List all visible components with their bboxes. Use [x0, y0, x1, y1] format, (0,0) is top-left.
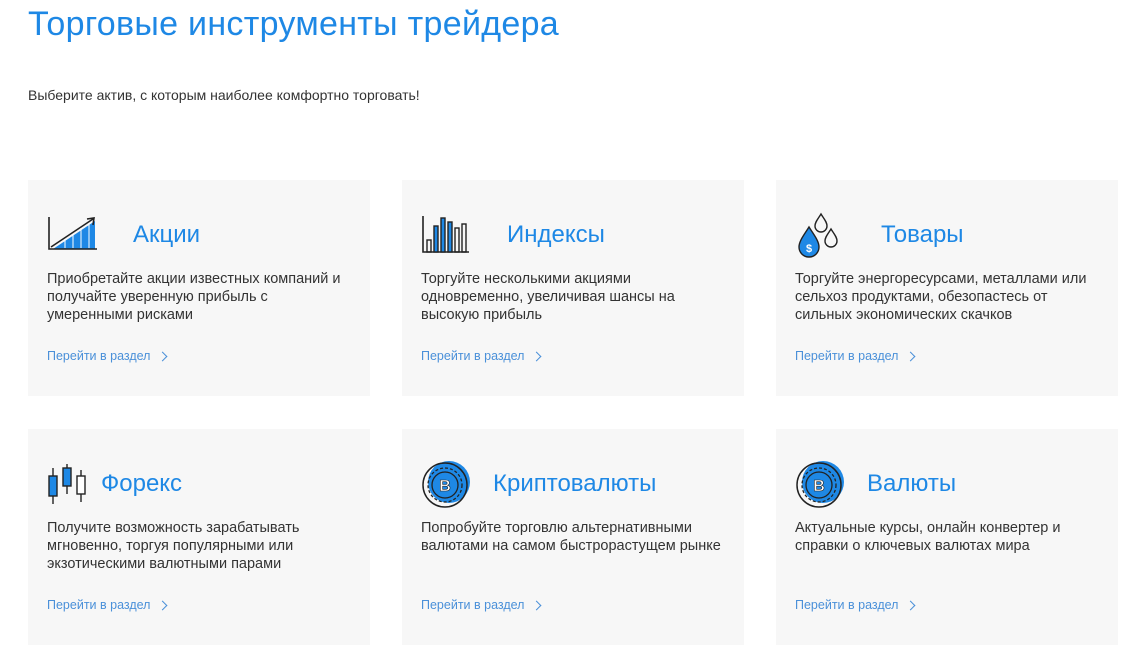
go-to-section-link[interactable]: Перейти в раздел: [795, 598, 916, 612]
card-title: Валюты: [867, 470, 957, 497]
card-header: Форекс: [47, 456, 351, 512]
chevron-right-icon: [158, 351, 168, 361]
page-title: Торговые инструменты трейдера: [28, 5, 560, 43]
svg-text:$: $: [806, 243, 812, 255]
card-stocks[interactable]: Акции Приобретайте акции известных компа…: [28, 180, 370, 396]
card-description: Попробуйте торговлю альтернативными валю…: [421, 520, 721, 554]
card-currencies[interactable]: B Валюты Актуальные курсы, онлайн конвер…: [776, 429, 1118, 645]
card-header: B Криптовалюты: [421, 456, 725, 512]
card-description: Торгуйте несколькими акциями одновременн…: [421, 271, 675, 323]
chevron-right-icon: [532, 351, 542, 361]
card-indices[interactable]: Индексы Торгуйте несколькими акциями одн…: [402, 180, 744, 396]
go-to-section-link[interactable]: Перейти в раздел: [421, 349, 542, 363]
oil-drops-icon: $: [795, 209, 847, 261]
card-title: Акции: [133, 221, 201, 248]
bitcoin-coin-icon: B: [795, 458, 847, 510]
bitcoin-coin-icon: B: [421, 458, 473, 510]
link-label: Перейти в раздел: [421, 349, 525, 363]
page-subtitle: Выберите актив, с которым наиболее комфо…: [28, 87, 420, 103]
link-label: Перейти в раздел: [795, 349, 899, 363]
rising-chart-icon: [47, 209, 99, 261]
card-forex[interactable]: Форекс Получите возможность зарабатывать…: [28, 429, 370, 645]
card-header: $ Товары: [795, 207, 1099, 263]
page: Торговые инструменты трейдера Выберите а…: [0, 0, 1148, 663]
go-to-section-link[interactable]: Перейти в раздел: [795, 349, 916, 363]
bar-chart-icon: [421, 209, 473, 261]
card-description: Приобретайте акции известных компаний и …: [47, 271, 341, 323]
candlestick-icon: [47, 458, 91, 510]
link-label: Перейти в раздел: [47, 598, 151, 612]
svg-text:B: B: [813, 478, 825, 495]
card-title: Индексы: [507, 221, 605, 248]
card-title: Товары: [881, 221, 964, 248]
card-description: Торгуйте энергоресурсами, металлами или …: [795, 271, 1087, 323]
go-to-section-link[interactable]: Перейти в раздел: [47, 349, 168, 363]
card-commodities[interactable]: $ Товары Торгуйте энергоресурсами, метал…: [776, 180, 1118, 396]
instruments-grid: Акции Приобретайте акции известных компа…: [28, 180, 1118, 645]
chevron-right-icon: [906, 351, 916, 361]
go-to-section-link[interactable]: Перейти в раздел: [421, 598, 542, 612]
card-title: Форекс: [101, 470, 183, 497]
card-header: B Валюты: [795, 456, 1099, 512]
chevron-right-icon: [906, 600, 916, 610]
card-description: Получите возможность зарабатывать мгнове…: [47, 520, 300, 572]
link-label: Перейти в раздел: [795, 598, 899, 612]
chevron-right-icon: [532, 600, 542, 610]
go-to-section-link[interactable]: Перейти в раздел: [47, 598, 168, 612]
svg-text:B: B: [439, 478, 451, 495]
card-description: Актуальные курсы, онлайн конвертер и спр…: [795, 520, 1061, 554]
card-crypto[interactable]: B Криптовалюты Попробуйте торговлю альте…: [402, 429, 744, 645]
link-label: Перейти в раздел: [421, 598, 525, 612]
card-title: Криптовалюты: [493, 470, 657, 497]
link-label: Перейти в раздел: [47, 349, 151, 363]
card-header: Акции: [47, 207, 351, 263]
chevron-right-icon: [158, 600, 168, 610]
card-header: Индексы: [421, 207, 725, 263]
